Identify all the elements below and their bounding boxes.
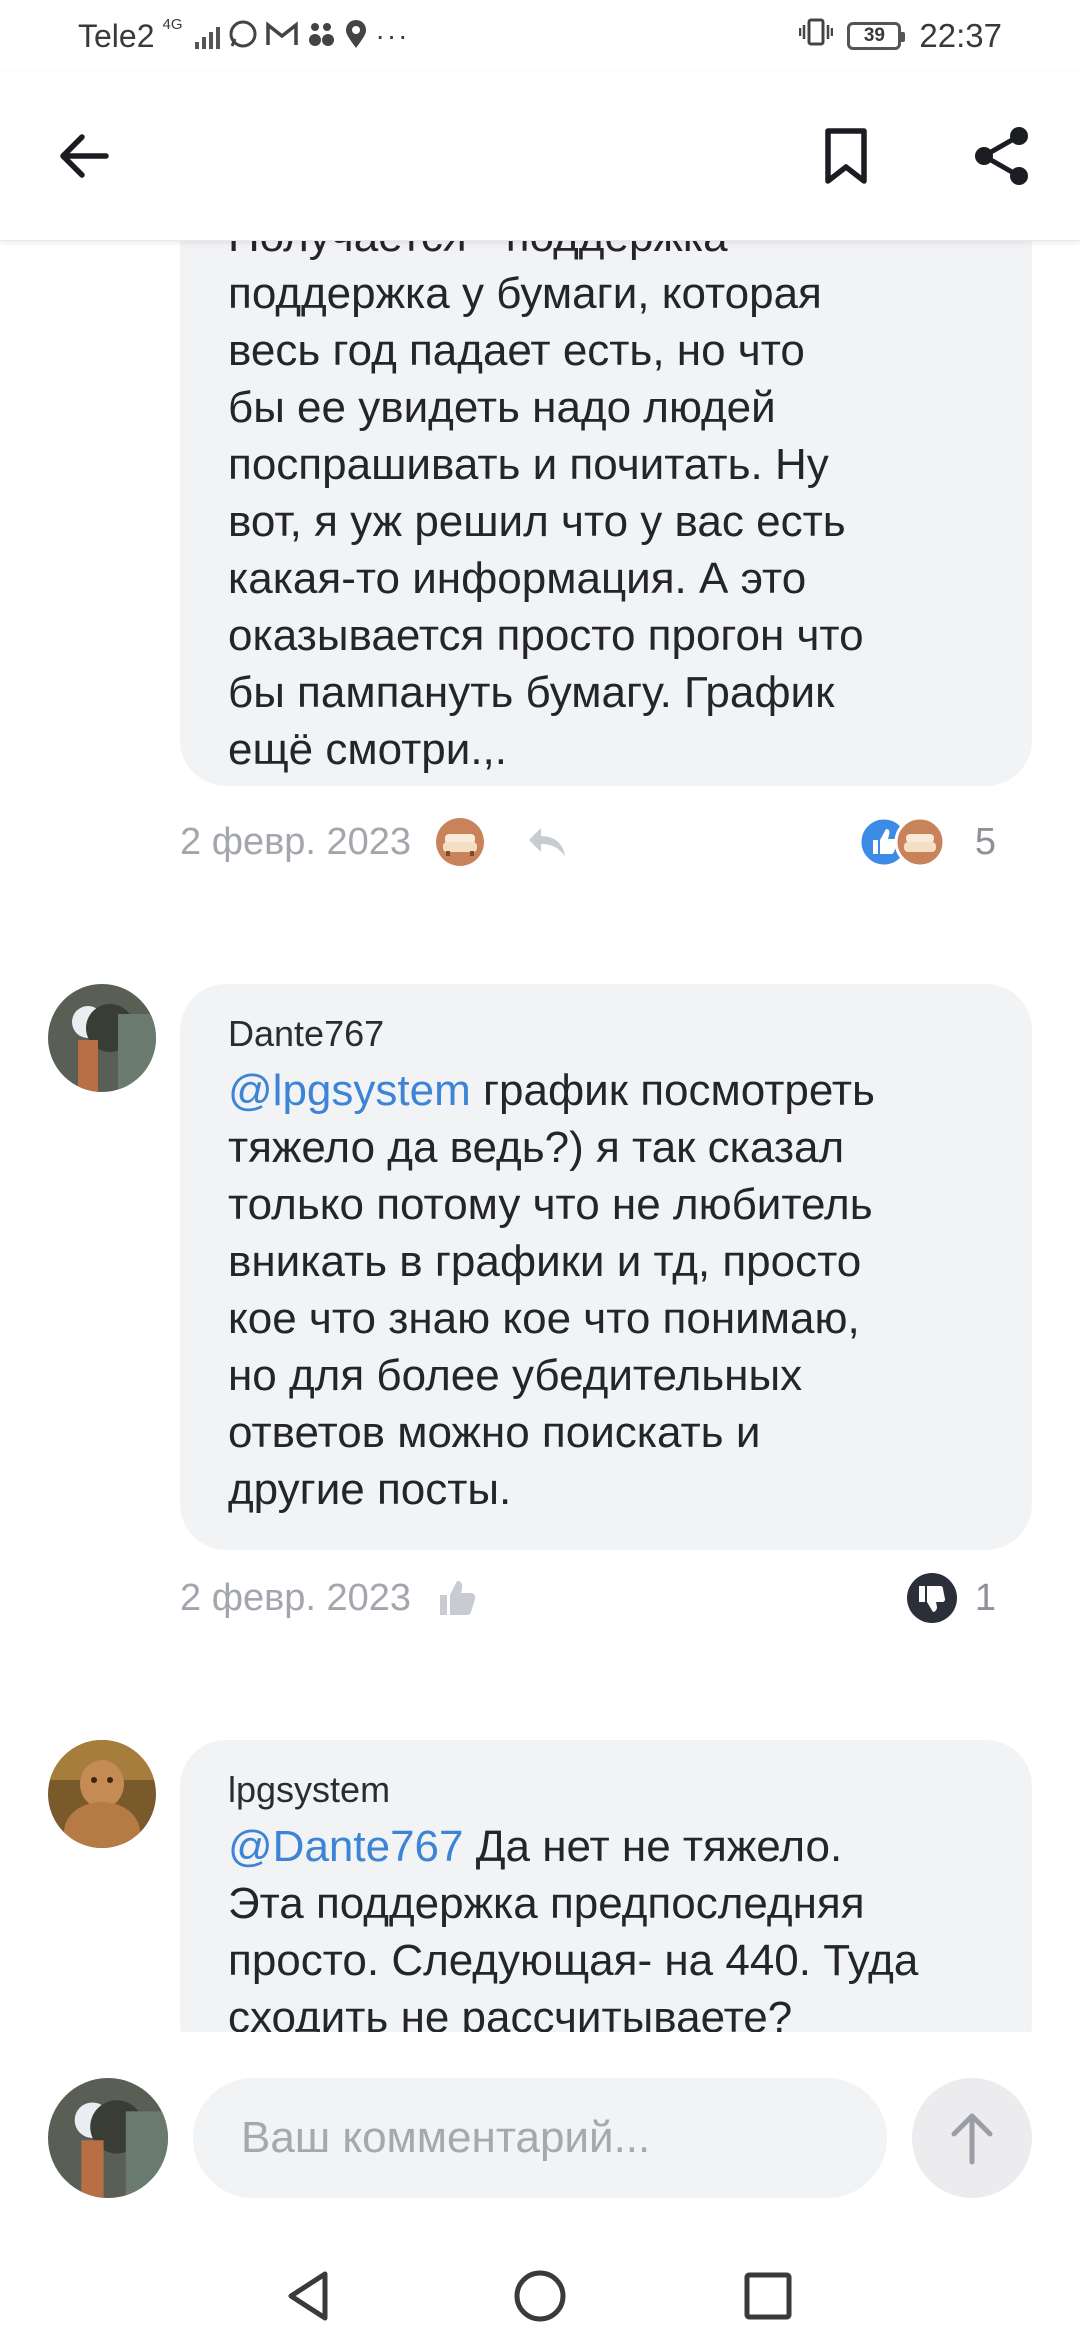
carrier-name: Tele2 bbox=[78, 17, 155, 54]
status-left: Tele2 4G ··· bbox=[78, 14, 410, 58]
comment-line: тяжело да ведь?) я так сказал bbox=[228, 1123, 845, 1172]
comment-bubble: Получается - поддержка поддержка у бумаг… bbox=[180, 200, 1032, 786]
nav-recents-button[interactable] bbox=[738, 2266, 798, 2326]
vibrate-icon bbox=[799, 17, 834, 55]
square-recents-icon bbox=[744, 2272, 792, 2320]
whatsapp-icon bbox=[228, 19, 258, 54]
couch-reaction-button[interactable] bbox=[435, 817, 485, 867]
nav-back-button[interactable] bbox=[278, 2266, 338, 2326]
bookmark-button[interactable] bbox=[806, 116, 886, 196]
battery-icon: 39 bbox=[847, 22, 906, 50]
comment-line: только потому что не любитель bbox=[228, 1180, 873, 1229]
comment-line: ответов можно поискать и bbox=[228, 1408, 761, 1457]
user-avatar[interactable] bbox=[48, 2078, 168, 2198]
dislike-reaction-icon[interactable] bbox=[906, 1572, 958, 1624]
comment-line: просто. Следующая- на 440. Туда bbox=[228, 1936, 919, 1985]
network-type: 4G bbox=[162, 16, 183, 33]
comment-date: 2 февр. 2023 bbox=[180, 1576, 412, 1619]
system-nav-bar bbox=[0, 2252, 1080, 2340]
comment-text: @lpgsystem график посмотреть тяжело да в… bbox=[228, 1062, 984, 1518]
reactions-summary[interactable] bbox=[858, 816, 948, 868]
comment-text: @Dante767 Да нет не тяжело. Эта поддержк… bbox=[228, 1818, 984, 2032]
comment-line: @Dante767 Да нет не тяжело. bbox=[228, 1818, 984, 1875]
reaction-count: 5 bbox=[974, 820, 996, 863]
comment-line: поддержка у бумаги, которая bbox=[228, 269, 822, 318]
status-bar: Tele2 4G ··· 39 22:37 bbox=[0, 0, 1080, 72]
location-icon bbox=[344, 19, 368, 54]
comments-feed[interactable]: Получается - поддержка поддержка у бумаг… bbox=[0, 72, 1080, 2032]
status-right: 39 22:37 bbox=[799, 14, 1002, 58]
comment-line-rest: график посмотреть bbox=[470, 1066, 875, 1115]
comment-line: бы ее увидеть надо людей bbox=[228, 383, 776, 432]
comment-line: кое что знаю кое что понимаю, bbox=[228, 1294, 860, 1343]
like-button[interactable] bbox=[437, 1578, 477, 1618]
triangle-back-icon bbox=[288, 2271, 328, 2321]
share-icon bbox=[975, 127, 1028, 185]
avatar[interactable] bbox=[48, 1740, 156, 1848]
comment-meta: 2 февр. 2023 5 bbox=[180, 812, 996, 872]
comment-line: вот, я уж решил что у вас есть bbox=[228, 497, 846, 546]
circle-home-icon bbox=[514, 2270, 566, 2322]
clock: 22:37 bbox=[919, 17, 1002, 54]
comment-line: бы пампануть бумагу. График bbox=[228, 668, 835, 717]
comment-line: но для более убедительных bbox=[228, 1351, 803, 1400]
comment-author[interactable]: lpgsystem bbox=[228, 1768, 984, 1812]
battery-level: 39 bbox=[863, 25, 885, 46]
comment-line: какая-то информация. А это bbox=[228, 554, 807, 603]
comment-line: оказывается просто прогон что bbox=[228, 611, 864, 660]
reaction-count: 1 bbox=[974, 1576, 996, 1619]
comment-line: поспрашивать и почитать. Ну bbox=[228, 440, 829, 489]
comment-line-rest: Да нет не тяжело. bbox=[463, 1822, 843, 1871]
comment-date: 2 февр. 2023 bbox=[180, 820, 412, 863]
signal-icon bbox=[194, 23, 220, 49]
comment-input[interactable]: Ваш комментарий... bbox=[193, 2078, 887, 2198]
comment-input-placeholder: Ваш комментарий... bbox=[241, 2113, 651, 2162]
comment-line: сходить не рассчитываете? bbox=[228, 1993, 793, 2032]
comment-line: весь год падает есть, но что bbox=[228, 326, 805, 375]
comment-line: @lpgsystem график посмотреть bbox=[228, 1062, 984, 1119]
mention-link[interactable]: @Dante767 bbox=[228, 1822, 464, 1871]
mention-link[interactable]: @lpgsystem bbox=[228, 1066, 471, 1115]
comment-line: вникать в графики и тд, просто bbox=[228, 1237, 862, 1286]
top-app-bar bbox=[0, 72, 1080, 241]
comment-text: Получается - поддержка поддержка у бумаг… bbox=[228, 208, 984, 778]
share-button[interactable] bbox=[962, 116, 1042, 196]
comment-line: Эта поддержка предпоследняя bbox=[228, 1879, 865, 1928]
send-button[interactable] bbox=[912, 2078, 1032, 2198]
back-button[interactable] bbox=[44, 116, 124, 196]
comment-bubble: lpgsystem @Dante767 Да нет не тяжело. Эт… bbox=[180, 1740, 1032, 2032]
comment-bubble: Dante767 @lpgsystem график посмотреть тя… bbox=[180, 984, 1032, 1550]
bookmark-icon bbox=[825, 128, 867, 184]
nav-home-button[interactable] bbox=[510, 2266, 570, 2326]
arrow-up-icon bbox=[951, 2113, 993, 2165]
comment-line: другие посты. bbox=[228, 1465, 512, 1514]
back-arrow-icon bbox=[60, 134, 109, 178]
paw-icon bbox=[306, 19, 336, 54]
avatar[interactable] bbox=[48, 984, 156, 1092]
comment-meta: 2 февр. 2023 1 bbox=[180, 1568, 996, 1628]
more-icon: ··· bbox=[375, 20, 410, 51]
reply-icon[interactable] bbox=[525, 822, 569, 862]
comment-line: ещё смотри.,. bbox=[228, 725, 507, 774]
comment-composer: Ваш комментарий... bbox=[0, 2032, 1080, 2252]
gmail-icon bbox=[265, 20, 298, 52]
comment-author[interactable]: Dante767 bbox=[228, 1012, 984, 1056]
